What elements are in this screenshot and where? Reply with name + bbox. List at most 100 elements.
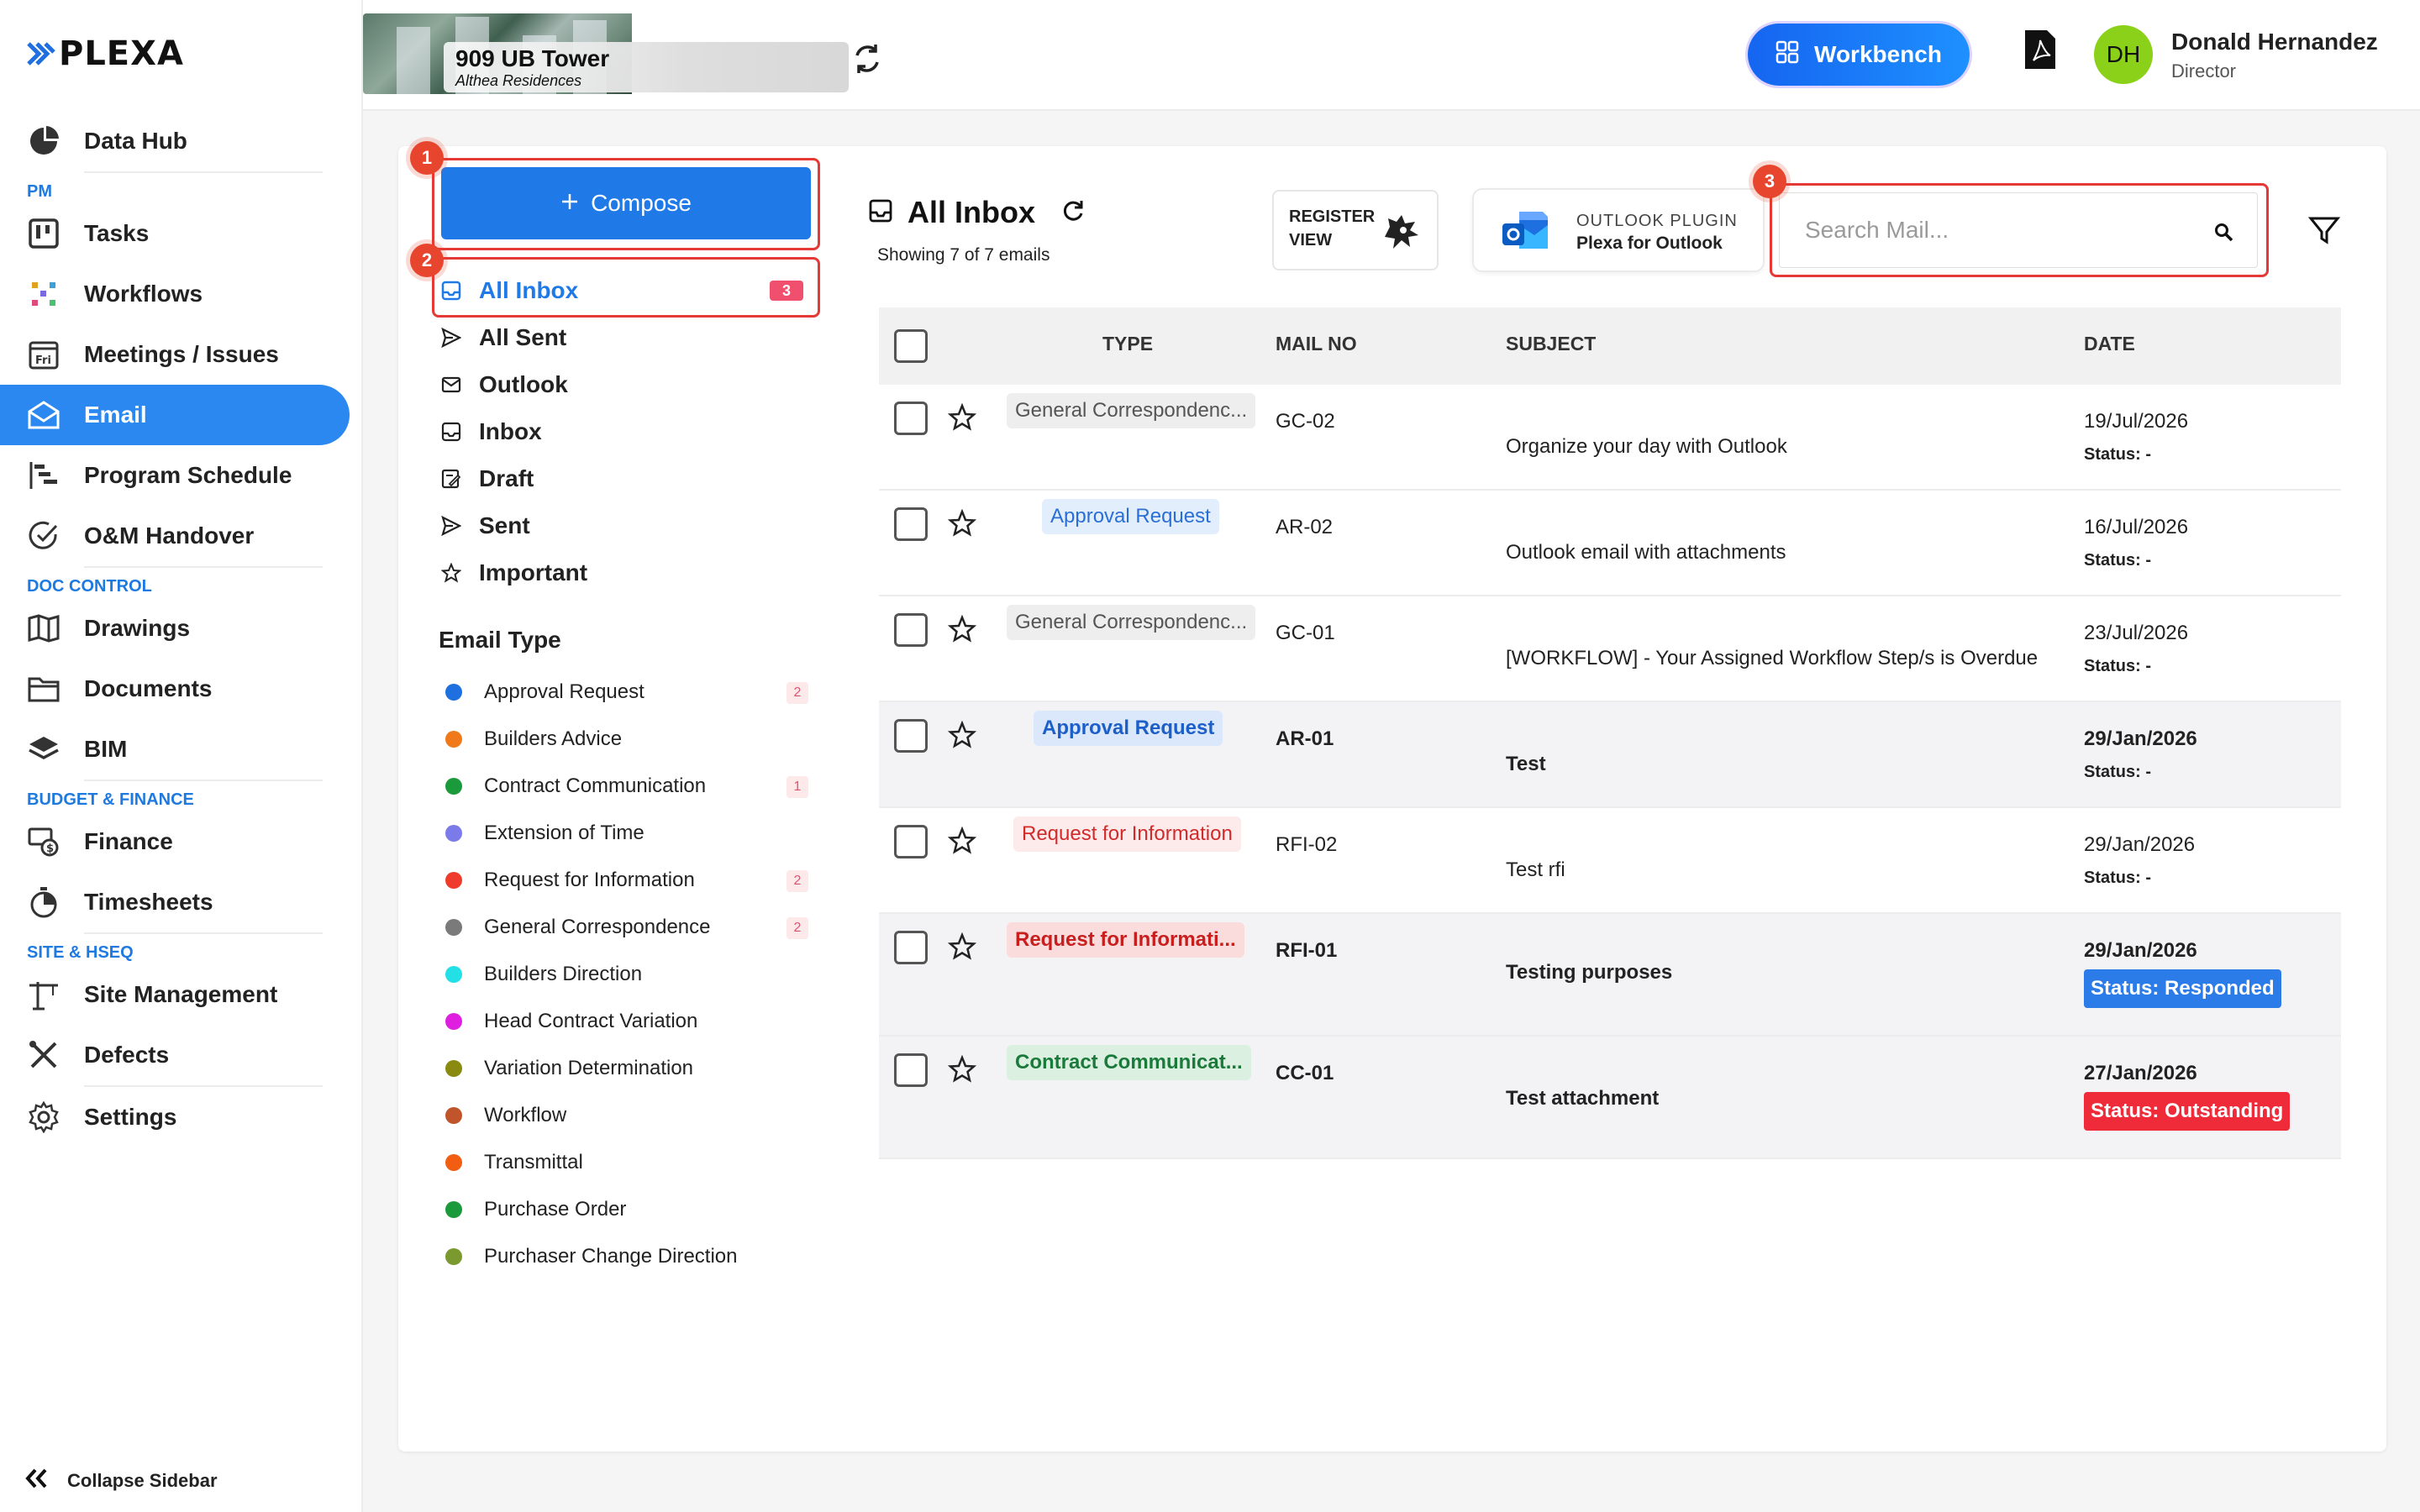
sidebar-item-timesheets[interactable]: Timesheets [0, 872, 363, 932]
row-checkbox[interactable] [894, 719, 928, 753]
sidebar-item-documents[interactable]: Documents [0, 659, 363, 719]
pdf-icon[interactable] [2023, 29, 2057, 71]
type-color-dot [445, 1107, 462, 1124]
sidebar-item-meetings[interactable]: Fri Meetings / Issues [0, 324, 363, 385]
star-icon[interactable] [947, 1054, 977, 1084]
workbench-label: Workbench [1814, 41, 1942, 67]
email-type-contract-communication[interactable]: Contract Communication 1 [445, 771, 808, 801]
email-type-extension-of-time[interactable]: Extension of Time [445, 818, 808, 848]
folder-all-inbox[interactable]: All Inbox 3 [440, 274, 810, 307]
folder-inbox[interactable]: Inbox [440, 415, 810, 449]
plexa-logo[interactable]: PLEXA [27, 34, 184, 73]
column-header-mail-no[interactable]: MAIL NO [1276, 333, 1357, 355]
row-checkbox[interactable] [894, 825, 928, 858]
folder-sent[interactable]: Sent [440, 509, 810, 543]
sidebar-item-email[interactable]: Email [0, 385, 350, 445]
folder-label: Important [479, 559, 588, 585]
table-row[interactable]: General Correspondenc... GC-01 [WORKFLOW… [879, 596, 2341, 702]
email-type-purchaser-change-direction[interactable]: Purchaser Change Direction [445, 1242, 808, 1272]
mail-number: GC-02 [1276, 410, 1335, 433]
sidebar-item-program-schedule[interactable]: Program Schedule [0, 445, 363, 506]
sidebar-item-workflows[interactable]: Workflows [0, 264, 363, 324]
table-row[interactable]: Approval Request AR-02 Outlook email wit… [879, 491, 2341, 596]
sidebar-item-tasks[interactable]: Tasks [0, 203, 363, 264]
lion-icon [1380, 212, 1422, 252]
email-type-transmittal[interactable]: Transmittal [445, 1147, 808, 1178]
map-icon [25, 610, 62, 647]
collapse-sidebar-button[interactable]: Collapse Sidebar [25, 1468, 218, 1494]
email-panel: Compose 1 2 All Inbox 3 All Sent Outlook… [398, 141, 2386, 1452]
star-icon[interactable] [947, 402, 977, 432]
sidebar-item-drawings[interactable]: Drawings [0, 598, 363, 659]
outlook-plugin-button[interactable]: OUTLOOK PLUGIN Plexa for Outlook [1472, 188, 1765, 272]
email-type-rfi[interactable]: Request for Information 2 [445, 865, 808, 895]
type-color-dot [445, 1013, 462, 1030]
row-checkbox[interactable] [894, 613, 928, 647]
folder-all-sent[interactable]: All Sent [440, 321, 810, 354]
star-icon[interactable] [947, 826, 977, 855]
sidebar-item-label: Tasks [84, 220, 150, 246]
email-type-builders-direction[interactable]: Builders Direction [445, 959, 808, 990]
row-checkbox[interactable] [894, 1053, 928, 1087]
compose-label: Compose [591, 190, 692, 216]
mail-subject: Test rfi [1506, 858, 1565, 881]
column-header-date[interactable]: DATE [2084, 333, 2135, 355]
search-icon[interactable] [2213, 222, 2233, 242]
outlook-plugin-caption: OUTLOOK PLUGIN [1576, 212, 1738, 230]
sidebar-item-site-management[interactable]: Site Management [0, 964, 363, 1025]
double-chevron-left-icon [25, 1468, 49, 1494]
star-icon[interactable] [947, 614, 977, 643]
sidebar-item-label: Data Hub [84, 128, 187, 154]
email-type-workflow[interactable]: Workflow [445, 1100, 808, 1131]
email-type-general-correspondence[interactable]: General Correspondence 2 [445, 912, 808, 942]
email-type-variation-determination[interactable]: Variation Determination [445, 1053, 808, 1084]
sidebar-item-defects[interactable]: Defects [0, 1025, 363, 1085]
sidebar-item-label: Workflows [84, 281, 203, 307]
table-row[interactable]: Approval Request AR-01 Test 29/Jan/2026 … [879, 702, 2341, 808]
filter-icon[interactable] [2307, 213, 2341, 247]
project-selector[interactable]: 909 UB Tower Althea Residences [363, 13, 849, 94]
workbench-button[interactable]: Workbench [1748, 24, 1970, 86]
email-type-builders-advice[interactable]: Builders Advice [445, 724, 808, 754]
sidebar-item-finance[interactable]: $ Finance [0, 811, 363, 872]
email-type-label: Builders Direction [484, 963, 643, 985]
search-input[interactable] [1805, 217, 2200, 244]
compose-button[interactable]: Compose [441, 167, 811, 239]
email-type-approval-request[interactable]: Approval Request 2 [445, 677, 808, 707]
type-color-dot [445, 966, 462, 983]
column-header-type[interactable]: TYPE [1102, 333, 1153, 355]
row-checkbox[interactable] [894, 507, 928, 541]
email-type-head-contract-variation[interactable]: Head Contract Variation [445, 1006, 808, 1037]
folder-draft[interactable]: Draft [440, 462, 810, 496]
folder-outlook[interactable]: Outlook [440, 368, 810, 402]
section-label-pm: PM [27, 182, 52, 201]
row-checkbox[interactable] [894, 931, 928, 964]
select-all-checkbox[interactable] [894, 329, 928, 363]
column-header-subject[interactable]: SUBJECT [1506, 333, 1596, 355]
gantt-icon [25, 457, 62, 494]
table-row[interactable]: Contract Communicat... CC-01 Test attach… [879, 1037, 2341, 1159]
sidebar-item-settings[interactable]: Settings [0, 1087, 363, 1147]
refresh-icon[interactable] [1060, 198, 1086, 228]
table-row[interactable]: Request for Information RFI-02 Test rfi … [879, 808, 2341, 914]
email-type-purchase-order[interactable]: Purchase Order [445, 1194, 808, 1225]
star-icon[interactable] [947, 720, 977, 749]
sync-icon[interactable] [850, 42, 884, 76]
user-name[interactable]: Donald Hernandez [2171, 29, 2378, 55]
type-chip: Request for Information [1013, 816, 1241, 852]
sidebar-item-bim[interactable]: BIM [0, 719, 363, 780]
row-checkbox[interactable] [894, 402, 928, 435]
folder-important[interactable]: Important [440, 556, 810, 590]
mail-table: TYPE MAIL NO SUBJECT DATE General Corres… [879, 307, 2341, 1159]
mail-number: RFI-02 [1276, 833, 1338, 856]
table-row[interactable]: Request for Informati... RFI-01 Testing … [879, 914, 2341, 1037]
sidebar: PLEXA Data Hub PM Tasks Workflows Fri Me… [0, 0, 363, 1512]
star-icon[interactable] [947, 508, 977, 538]
register-view-button[interactable]: REGISTER VIEW [1272, 190, 1439, 270]
sidebar-item-om-handover[interactable]: O&M Handover [0, 506, 363, 566]
avatar[interactable]: DH [2094, 25, 2153, 84]
star-icon[interactable] [947, 932, 977, 961]
table-row[interactable]: General Correspondenc... GC-02 Organize … [879, 385, 2341, 491]
mail-subject: Organize your day with Outlook [1506, 435, 1787, 458]
sidebar-item-data-hub[interactable]: Data Hub [0, 111, 363, 171]
